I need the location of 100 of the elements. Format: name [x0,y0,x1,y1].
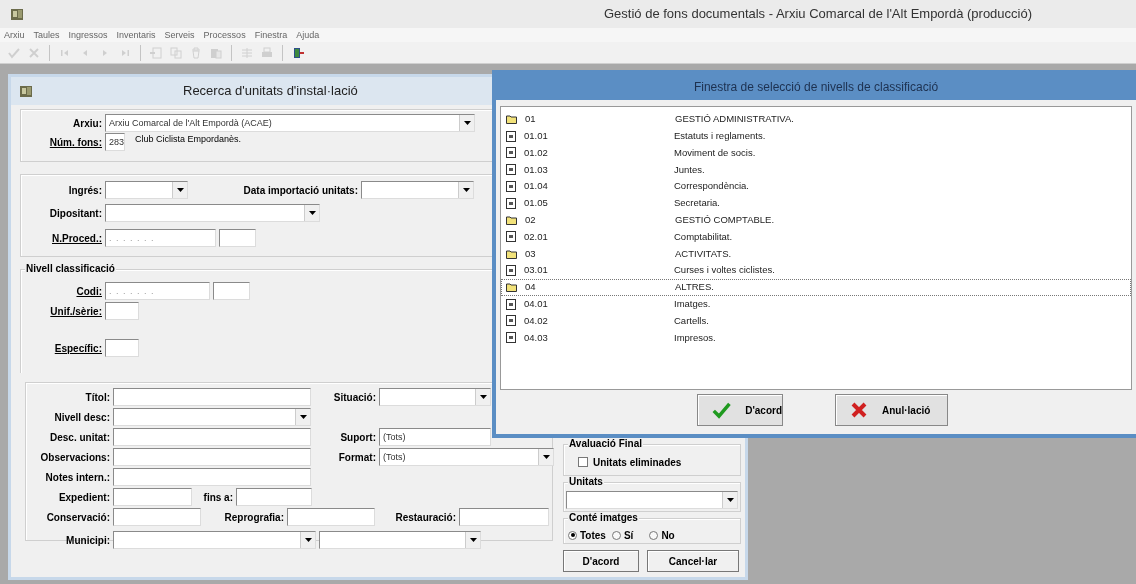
item-description: Curses i voltes ciclistes. [674,263,775,278]
folder-icon [506,248,517,259]
item-code: 01 [525,112,537,127]
item-description: Cartells. [674,313,709,328]
text-field[interactable] [219,229,256,247]
text-field[interactable] [113,468,311,486]
tree-row[interactable]: 01.02 Moviment de socis. [501,144,1131,162]
exit-door-icon[interactable] [291,45,305,60]
tree-row[interactable]: 04.03 Impresos. [501,329,1131,347]
field-label: Codi: [75,284,103,299]
menu-item[interactable]: Arxiu [4,29,25,41]
field-label: Unif./sèrie: [49,304,103,319]
dialog-title: Recerca d'unitats d'instal·lació [183,82,358,101]
document-icon [506,130,516,142]
item-description: Comptabilitat. [674,229,733,244]
dropdown-arrow-icon [462,188,470,192]
field-label: Data importació unitats: [242,183,359,198]
group-legend: Unitats [568,476,604,488]
input-placeholder: . . . . . . . [109,286,155,296]
text-field[interactable] [113,448,311,466]
dropdown-arrow-icon [542,455,550,459]
dropdown[interactable] [379,388,491,406]
field-label: Restauració: [394,510,457,525]
dropdown[interactable] [113,408,311,426]
menu-item[interactable]: Processos [203,29,246,41]
text-field[interactable] [459,508,549,526]
tree-row[interactable]: 03.01 Curses i voltes ciclistes. [501,262,1131,279]
dropdown[interactable] [361,181,474,199]
tree-row[interactable]: 01.03 Juntes. [501,161,1131,179]
tree-row[interactable]: 02.01 Comptabilitat. [501,228,1131,246]
group-legend: Avaluació Final [568,438,643,450]
item-description: GESTIÓ ADMINISTRATIVA. [675,112,794,127]
menu-item[interactable]: Ingressos [68,29,108,41]
text-field[interactable]: (Tots) [379,428,491,446]
text-field[interactable] [236,488,312,506]
document-icon [506,147,516,159]
dropdown[interactable] [105,204,320,222]
dropdown-arrow-icon [469,538,477,542]
item-code: 03 [525,246,537,261]
item-description: Moviment de socis. [674,145,756,160]
check-icon [712,401,732,419]
menu-item[interactable]: Ajuda [296,29,320,41]
text-field[interactable] [113,508,201,526]
menu-item[interactable]: Finestra [254,29,288,41]
radio-button[interactable] [568,530,577,540]
cancel-button[interactable]: Cancel·lar [647,550,739,572]
tree-row[interactable]: 03 ACTIVITATS. [501,245,1131,263]
tree-row[interactable]: 01 GESTIÓ ADMINISTRATIVA. [501,111,1131,128]
text-field[interactable] [105,302,139,320]
text-field[interactable] [113,428,311,446]
app-icon [19,84,33,98]
radio-label: Totes [580,528,606,543]
tree-row[interactable]: 04.01 Imatges. [501,295,1131,313]
item-code: 02 [525,213,537,228]
tree-row[interactable]: 04 ALTRES. [501,278,1131,296]
item-description: Correspondència. [674,179,749,194]
checkbox[interactable] [578,457,588,467]
tree-row[interactable]: 01.01 Estatuts i reglaments. [501,127,1131,145]
radio-button[interactable] [611,530,621,540]
text-field[interactable] [113,488,192,506]
window-title: Finestra de selecció de nivells de classificació [496,74,1136,100]
dropdown[interactable]: (Tots) [379,448,554,466]
cancel-button[interactable]: Anul·lació [835,394,948,426]
dropdown[interactable] [113,531,316,549]
tree-row[interactable]: 01.04 Correspondència. [501,178,1131,195]
document-icon [506,265,516,277]
field-label: fins a: [202,490,234,505]
menu-item[interactable]: Taules [33,29,60,41]
menu-item[interactable]: Inventaris [116,29,156,41]
radio-button[interactable] [649,530,659,540]
tree-row[interactable]: 04.02 Cartells. [501,312,1131,330]
dropdown[interactable] [319,531,481,549]
folder-icon [506,114,517,125]
tree-row[interactable]: 02 GESTIÓ COMPTABLE. [501,211,1131,229]
dropdown[interactable] [566,491,738,509]
field-label: Expedient: [57,490,111,505]
dropdown[interactable]: Arxiu Comarcal de l'Alt Empordà (ACAE) [105,114,475,132]
ok-button[interactable]: D'acord [563,550,639,572]
dropdown[interactable] [105,181,188,199]
ok-button[interactable]: D'acord [697,394,783,426]
field-label: Conservació: [45,510,111,525]
field-label: Municipi: [65,533,111,548]
text-field[interactable]: 283 [105,133,125,151]
menu-item[interactable]: Serveis [164,29,195,41]
tree-row[interactable]: 01.05 Secretaria. [501,195,1131,212]
text-field[interactable] [113,388,311,406]
text-field[interactable] [213,282,250,300]
field-label: Notes intern.: [44,470,111,485]
text-field[interactable] [287,508,375,526]
dropdown-arrow-icon [479,395,487,399]
close-icon [850,401,868,419]
checkbox-label: Unitats eliminades [593,455,682,470]
text-field[interactable] [105,339,139,357]
item-description: Estatuts i reglaments. [674,129,766,144]
input-placeholder: . . . . . . . [109,233,155,243]
dropdown-arrow-icon [304,538,312,542]
document-icon [506,298,516,310]
item-description: Secretaria. [674,196,720,211]
field-label: Arxiu: [72,116,103,131]
fons-name: Club Ciclista Empordanès. [135,133,242,146]
